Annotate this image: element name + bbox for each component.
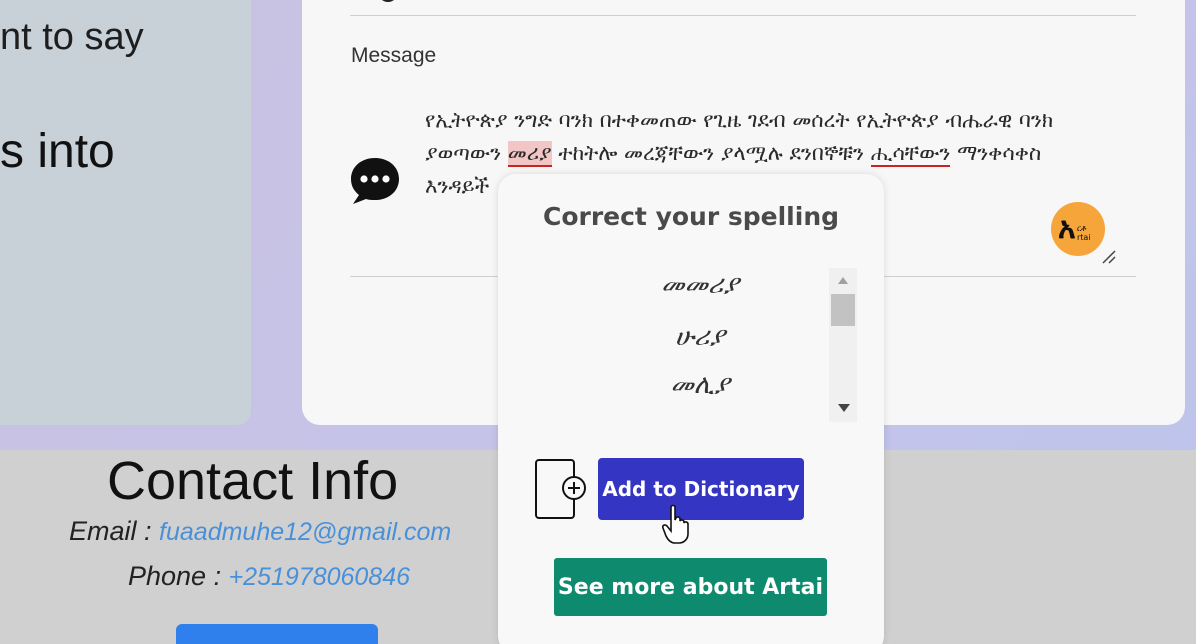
left-info-card [0, 0, 251, 425]
contact-info-title: Contact Info [107, 451, 399, 511]
scroll-up-icon[interactable] [838, 277, 848, 284]
suggestion-item[interactable]: መሊያ [576, 370, 824, 401]
left-card-text-line2: s into [0, 125, 115, 178]
phone-label: Phone : [128, 561, 229, 591]
email-row: Email : fuaadmuhe12@gmail.com [69, 516, 451, 547]
message-text-segment: ተከትሎ መረጃቸውን ያላሟሉ ደንበኞቹን [551, 141, 871, 165]
left-card-text-line1: nt to say [0, 16, 144, 58]
add-document-icon [535, 459, 586, 519]
artai-badge-glyph: አ [1058, 211, 1076, 246]
spelling-suggestion-popup: Correct your spelling መመሪያ ሁሪያ መሊያ Add t… [498, 174, 884, 644]
field-divider-top [350, 15, 1136, 16]
artai-badge-icon[interactable]: አ ርቶ rtai [1051, 202, 1105, 256]
suggestion-scrollbar[interactable] [829, 268, 857, 422]
misspelled-word-highlighted[interactable]: መሪያ [507, 141, 552, 167]
email-link[interactable]: fuaadmuhe12@gmail.com [159, 518, 451, 546]
scroll-thumb[interactable] [831, 294, 855, 326]
artai-badge-mini-text: ርቶ rtai [1077, 224, 1091, 242]
misspelled-word[interactable]: ሒሳቸውን [870, 141, 951, 167]
resize-handle-icon[interactable] [1100, 248, 1116, 264]
scroll-down-icon[interactable] [838, 404, 850, 412]
suggestion-item[interactable]: ሁሪያ [576, 322, 824, 353]
email-label: Email : [69, 516, 160, 546]
add-to-dictionary-button[interactable]: Add to Dictionary [598, 458, 804, 520]
chat-bubble-icon [351, 158, 399, 204]
popup-title: Correct your spelling [542, 202, 840, 231]
suggestion-item[interactable]: መመሪያ [576, 270, 824, 301]
footer-action-button[interactable] [176, 624, 378, 644]
message-label: Message [351, 44, 437, 67]
hand-cursor-icon [662, 504, 689, 544]
see-more-artai-button[interactable]: See more about Artai [554, 558, 827, 616]
suggestion-list[interactable]: መመሪያ ሁሪያ መሊያ [576, 268, 826, 422]
phone-row: Phone : +251978060846 [128, 561, 410, 592]
phone-link[interactable]: +251978060846 [229, 563, 410, 591]
